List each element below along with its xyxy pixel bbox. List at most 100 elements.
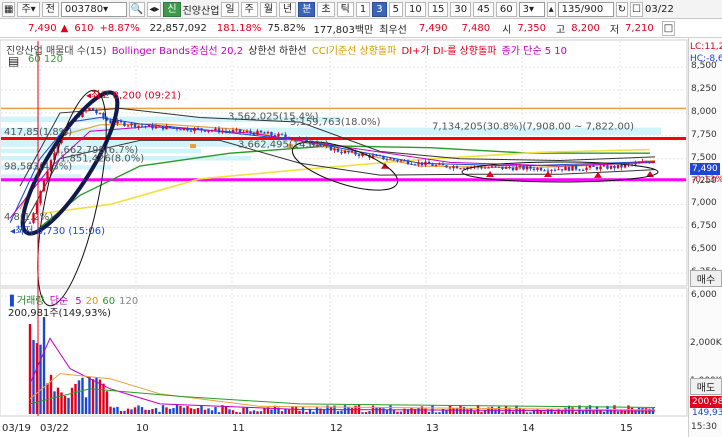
candle-body bbox=[217, 128, 221, 133]
period-type-value: 전 bbox=[45, 3, 55, 15]
interval-button-5[interactable]: 5 bbox=[388, 1, 403, 17]
price-chart[interactable]: ◂최고 8,200 (09:21)◂최저 6,730 (15:06)3,562,… bbox=[0, 38, 688, 437]
candle-body bbox=[273, 135, 277, 137]
candle-body bbox=[574, 166, 578, 170]
volume-bar bbox=[329, 407, 333, 414]
volume-bar bbox=[123, 410, 126, 414]
candle-body bbox=[522, 166, 525, 170]
volume-bar bbox=[119, 410, 123, 414]
period-button-3[interactable]: 년 bbox=[279, 1, 297, 17]
volume-bar bbox=[102, 383, 105, 414]
volume-bar bbox=[74, 383, 77, 414]
interval-button-10[interactable]: 10 bbox=[404, 1, 426, 17]
speaker-icon[interactable]: ◂▸ bbox=[147, 1, 162, 17]
volume-bar bbox=[168, 408, 172, 414]
interval-button-1[interactable]: 1 bbox=[355, 1, 371, 17]
open-price: 7,350 bbox=[517, 22, 546, 34]
best-ask: 7,490 bbox=[418, 22, 448, 34]
candle-body bbox=[588, 165, 592, 168]
time-axis-label: 03/19 bbox=[2, 423, 31, 434]
candle-body bbox=[420, 162, 424, 166]
candle-body bbox=[424, 161, 427, 166]
interval-button-3[interactable]: 3 bbox=[372, 1, 387, 17]
period-button-5[interactable]: 초 bbox=[317, 1, 335, 17]
candle-body bbox=[172, 127, 175, 129]
candle-body bbox=[438, 163, 441, 165]
settings-icon[interactable]: ▤ bbox=[8, 54, 19, 68]
volume-profile-label: 417,85(1.8%) bbox=[4, 127, 72, 138]
candle-body bbox=[634, 162, 637, 165]
candle-body bbox=[137, 125, 140, 128]
candle-body bbox=[256, 130, 259, 135]
volume-bar bbox=[67, 397, 70, 414]
candle-body bbox=[399, 160, 403, 162]
volume-bar bbox=[322, 409, 326, 414]
period-button-6[interactable]: 틱 bbox=[336, 1, 354, 17]
period-button-4[interactable]: 분 bbox=[298, 1, 316, 17]
low-marker-label: ◂최저 6,730 (15:06) bbox=[10, 225, 105, 237]
volume-bar bbox=[616, 411, 620, 414]
candle-body bbox=[186, 127, 189, 131]
candle-body bbox=[329, 145, 333, 151]
stock-badge: 신 bbox=[163, 1, 181, 17]
lc-label: LC:11,2 bbox=[690, 42, 722, 52]
search-icon[interactable]: 🔍 bbox=[128, 1, 146, 17]
period-type-select[interactable]: 전 bbox=[41, 1, 59, 17]
volume-ma-60 bbox=[29, 388, 656, 408]
volume-bar bbox=[445, 410, 448, 414]
candle-body bbox=[252, 132, 256, 135]
time-axis-label: 15 bbox=[620, 423, 633, 434]
candle-body bbox=[224, 130, 228, 132]
indicator-legend: 진양산업 매물대 수(15) Bollinger Bands중심선 20,2 상… bbox=[6, 42, 567, 57]
interval-spin-icon[interactable]: ▴ bbox=[546, 1, 556, 17]
period-button-0[interactable]: 일 bbox=[221, 1, 239, 17]
date-value: 03/22 bbox=[645, 3, 674, 15]
refresh-icon[interactable]: ↻ bbox=[615, 1, 629, 17]
candle-body bbox=[389, 158, 392, 160]
candle-body bbox=[609, 165, 613, 169]
volume-bar bbox=[165, 407, 168, 414]
volume-bar bbox=[469, 408, 473, 414]
volume-bar bbox=[175, 404, 179, 414]
date-checkbox[interactable]: ☐ bbox=[630, 1, 644, 17]
interval-button-45[interactable]: 45 bbox=[473, 1, 494, 17]
candle-body bbox=[354, 151, 357, 155]
volume-bar bbox=[137, 405, 140, 414]
expand-icon[interactable]: □ bbox=[661, 20, 676, 36]
volume-bar bbox=[560, 411, 564, 414]
candle-body bbox=[431, 164, 434, 166]
volume-bar bbox=[396, 411, 399, 414]
period-button-2[interactable]: 월 bbox=[259, 1, 278, 17]
volume-bar bbox=[35, 343, 39, 414]
candle-body bbox=[284, 134, 287, 137]
up-triangle-icon: ▲ bbox=[60, 22, 69, 34]
stock-type-select[interactable]: 주 ▾ bbox=[17, 1, 40, 17]
volume-bar bbox=[84, 397, 88, 414]
candle-body bbox=[501, 166, 504, 169]
volume-bar bbox=[427, 411, 431, 414]
candle-body bbox=[259, 130, 263, 133]
volume-bar bbox=[238, 412, 242, 414]
interval-button-15[interactable]: 15 bbox=[427, 1, 449, 17]
interval-button-30[interactable]: 30 bbox=[450, 1, 472, 17]
volume-bar bbox=[88, 377, 91, 414]
interval-input[interactable]: 3 ▾ bbox=[518, 1, 545, 17]
grid-icon[interactable]: ▦ bbox=[2, 1, 16, 17]
candle-body bbox=[221, 130, 224, 133]
candle-body bbox=[578, 169, 581, 171]
volume-bar bbox=[53, 391, 56, 414]
candle-body bbox=[238, 129, 242, 133]
period-button-1[interactable]: 주 bbox=[240, 1, 258, 17]
high-price: 8,200 bbox=[571, 22, 600, 34]
sell-button[interactable]: 매도 bbox=[690, 378, 722, 395]
count-input[interactable]: 135/900 bbox=[557, 1, 614, 17]
candle-body bbox=[413, 164, 417, 166]
candle-body bbox=[336, 148, 340, 152]
interval-button-60[interactable]: 60 bbox=[495, 1, 517, 17]
volume-bar bbox=[287, 409, 291, 414]
candle-body bbox=[39, 191, 42, 204]
candle-body bbox=[347, 150, 350, 153]
buy-button[interactable]: 매수 bbox=[690, 270, 722, 287]
stock-code-input[interactable]: 003780 ▾ bbox=[60, 1, 127, 17]
volume-bar bbox=[140, 407, 144, 414]
